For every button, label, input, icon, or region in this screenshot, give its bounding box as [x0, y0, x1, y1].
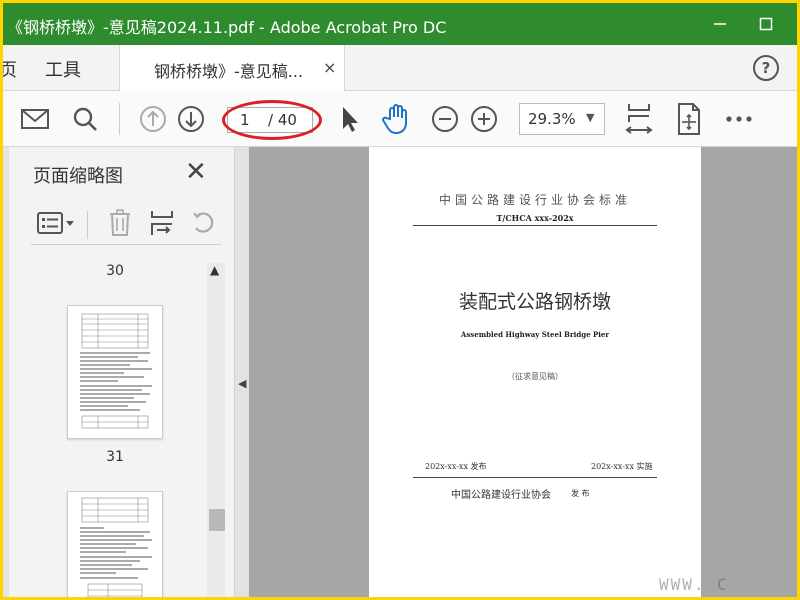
collapse-arrow-icon: ◀ [238, 377, 247, 390]
page-number-box[interactable]: 1 / 40 [222, 100, 322, 140]
search-icon[interactable] [69, 103, 101, 135]
zoom-in-icon[interactable] [468, 103, 500, 135]
thumbnail-tools [31, 205, 221, 245]
rule-line [413, 225, 657, 226]
scroll-up-icon[interactable]: ▲ [210, 263, 219, 277]
implement-date: 202x-xx-xx 实施 [591, 462, 653, 471]
tab-bar: 页 工具 钢桥桥墩》-意见稿... × ? [3, 45, 797, 91]
tab-document-label: 钢桥桥墩》-意见稿... [154, 62, 304, 81]
mail-icon[interactable] [19, 103, 51, 135]
draft-note: （征求意见稿） [507, 372, 563, 381]
tab-document[interactable]: 钢桥桥墩》-意见稿... × [119, 45, 345, 91]
thumbnail-options-icon[interactable] [35, 209, 77, 237]
url-watermark: WWW. C [659, 575, 729, 594]
panel-title: 页面缩略图 [33, 166, 123, 187]
tools-divider [87, 211, 88, 239]
insert-page-icon[interactable] [147, 209, 177, 237]
left-nav-strip [3, 147, 9, 597]
title-bar: 《钢桥桥墩》-意见稿2024.11.pdf - Adobe Acrobat Pr… [3, 3, 797, 45]
panel-collapse-handle[interactable]: ◀ [235, 147, 249, 597]
close-tab-icon[interactable]: × [323, 58, 336, 77]
minimize-icon[interactable] [709, 13, 731, 35]
page-thumbnail[interactable] [67, 491, 163, 597]
zoom-out-icon[interactable] [429, 103, 461, 135]
tab-home[interactable]: 页 [3, 56, 17, 82]
org-standard-heading: 中国公路建设行业协会标准 [438, 193, 631, 207]
document-view[interactable]: 中国公路建设行业协会标准 T/CHCA xxx-202x 装配式公路钢桥墩 As… [249, 147, 797, 597]
more-icon[interactable] [723, 103, 755, 135]
thumbnail-scrollbar[interactable]: ▲ [207, 263, 225, 597]
hand-icon[interactable] [381, 103, 413, 135]
rotate-icon[interactable] [189, 209, 219, 237]
acrobat-window: 《钢桥桥墩》-意见稿2024.11.pdf - Adobe Acrobat Pr… [0, 0, 800, 600]
zoom-select[interactable]: 29.3% ▼ [519, 103, 605, 135]
toolbar: 1 / 40 29.3% ▼ [3, 91, 797, 147]
maximize-icon[interactable] [755, 13, 777, 35]
select-arrow-icon[interactable] [333, 103, 365, 135]
page-thumbnail[interactable] [67, 305, 163, 439]
publish-word: 发 布 [571, 489, 590, 498]
fit-page-icon[interactable] [623, 103, 655, 135]
zoom-value: 29.3% [528, 110, 576, 128]
prev-page-icon[interactable] [137, 103, 169, 135]
scroll-mode-icon[interactable] [673, 103, 705, 135]
publish-date: 202x-xx-xx 发布 [425, 462, 487, 471]
close-panel-icon[interactable]: ✕ [185, 159, 207, 185]
trash-icon[interactable] [105, 209, 135, 237]
scroll-thumb[interactable] [209, 509, 225, 531]
standard-code: T/CHCA xxx-202x [496, 213, 574, 223]
red-highlight-ellipse [222, 100, 322, 140]
window-title: 《钢桥桥墩》-意见稿2024.11.pdf - Adobe Acrobat Pr… [7, 18, 447, 37]
tab-tools[interactable]: 工具 [45, 56, 81, 82]
help-icon[interactable]: ? [753, 55, 779, 81]
toolbar-divider [119, 103, 120, 135]
thumbnail-label: 30 [106, 263, 124, 279]
document-title: 装配式公路钢桥墩 [458, 291, 611, 313]
rule-line [413, 477, 657, 478]
thumbnails-panel: 页面缩略图 ✕ 30 31 ▲ [3, 147, 235, 597]
english-title: Assembled Highway Steel Bridge Pier [460, 330, 610, 339]
chevron-down-icon: ▼ [586, 111, 595, 124]
association-name: 中国公路建设行业协会 [451, 490, 551, 501]
thumbnail-label: 31 [106, 449, 124, 465]
document-page: 中国公路建设行业协会标准 T/CHCA xxx-202x 装配式公路钢桥墩 As… [369, 147, 701, 597]
next-page-icon[interactable] [175, 103, 207, 135]
